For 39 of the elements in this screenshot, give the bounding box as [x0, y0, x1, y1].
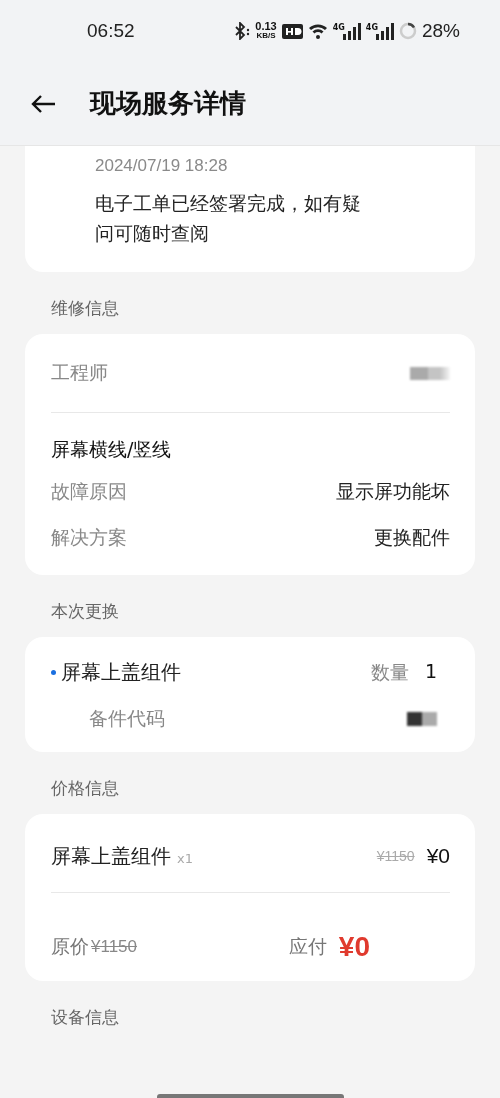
bluetooth-icon	[233, 22, 251, 40]
due-label: 应付	[288, 934, 327, 959]
quantity-value: 1	[424, 659, 437, 684]
bullet-icon	[51, 670, 56, 675]
field-value: 更换配件	[374, 525, 450, 550]
back-button[interactable]	[30, 92, 58, 115]
section-title: 本次更换	[50, 600, 120, 623]
section-title: 价格信息	[50, 777, 120, 800]
part-name: 屏幕上盖组件	[61, 659, 181, 686]
field-label: 故障原因	[51, 479, 127, 504]
speed-value: 0.13	[255, 22, 277, 31]
battery-level: 28%	[421, 20, 460, 42]
field-value: 显示屏功能坏	[336, 479, 450, 504]
original-price: ¥1150	[376, 848, 415, 864]
item-name: 屏幕上盖组件	[51, 842, 171, 870]
status-message: 电子工单已经签署完成，如有疑问可随时查阅	[95, 191, 362, 246]
network-label: 4G	[365, 22, 378, 32]
battery-ring-icon	[398, 22, 417, 40]
field-label: 工程师	[51, 360, 108, 385]
item-count: x1	[177, 850, 193, 866]
speed-unit: KB/S	[256, 31, 276, 40]
redacted-value	[410, 366, 450, 380]
hd-icon	[281, 22, 303, 40]
amount-due: ¥0	[338, 931, 370, 963]
clock: 06:52	[87, 20, 135, 42]
network-label: 4G	[332, 22, 345, 32]
field-label: 备件代码	[89, 706, 165, 731]
redacted-value	[407, 712, 437, 726]
original-total: ¥1150	[91, 937, 137, 957]
item-price: ¥0	[426, 844, 450, 868]
fault-title: 屏幕横线/竖线	[51, 437, 173, 462]
wifi-icon	[307, 22, 328, 40]
field-label: 解决方案	[51, 525, 127, 550]
page-title: 现场服务详情	[90, 87, 246, 120]
timestamp: 2024/07/19 18:28	[95, 156, 229, 176]
section-title: 维修信息	[50, 297, 120, 320]
original-label: 原价	[51, 934, 89, 959]
quantity-label: 数量	[370, 659, 409, 685]
section-title: 设备信息	[50, 1006, 120, 1029]
